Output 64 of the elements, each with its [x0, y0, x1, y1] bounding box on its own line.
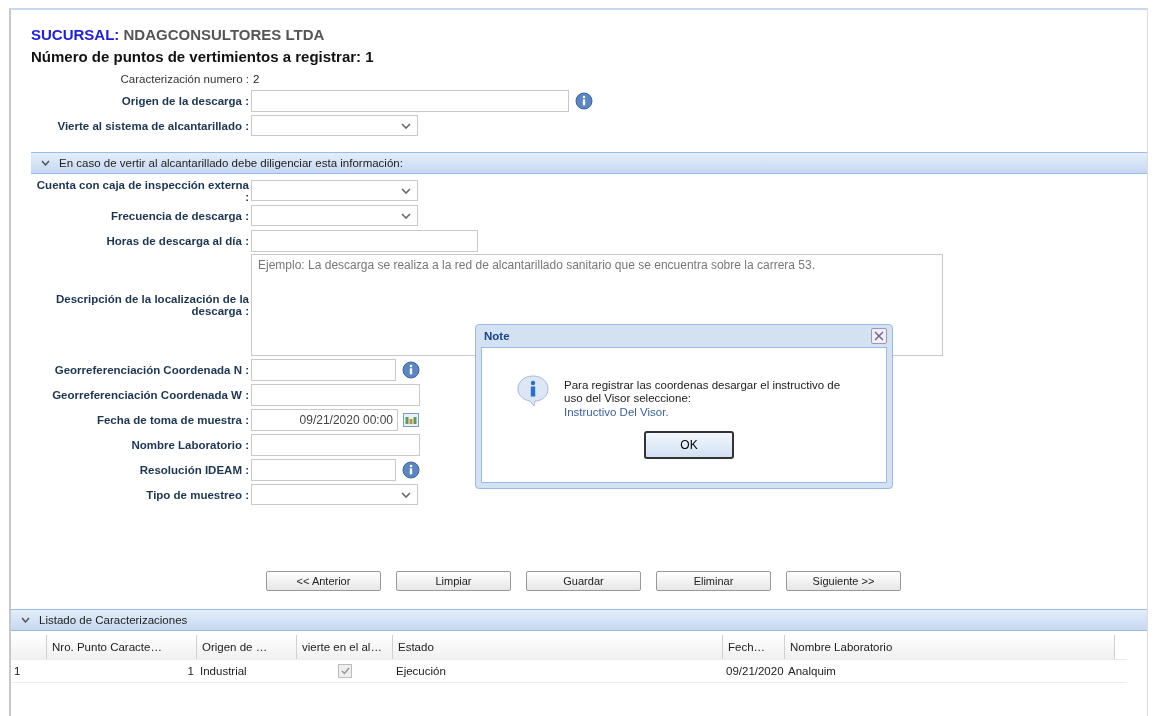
- action-button[interactable]: << Anterior: [266, 571, 381, 591]
- field-label: Origen de la descarga :: [120, 94, 250, 107]
- dialog-message: Para registrar las coordenas desargar el instructivo de uso del Visor seleccione:: [564, 379, 842, 405]
- section-header[interactable]: Listado de Caracterizaciones: [11, 609, 1147, 631]
- caret-icon: [401, 187, 411, 194]
- table-cell-text: 09/21/2020: [725, 664, 785, 679]
- field-label: Cuenta con caja de inspección externa :: [35, 178, 250, 203]
- action-button[interactable]: Guardar: [526, 571, 641, 591]
- field-label: Resolución IDEAM :: [138, 463, 250, 476]
- column-header[interactable]: Estado: [393, 635, 723, 659]
- page-heading: Número de puntos de vertimientos a registrar: 1: [31, 48, 375, 67]
- field-label: Georreferenciación Coordenada N :: [53, 363, 250, 376]
- input-field[interactable]: [251, 358, 396, 381]
- caret-icon: [401, 122, 411, 129]
- field-label: Vierte al sistema de alcantarillado :: [56, 119, 250, 132]
- input-field[interactable]: [251, 383, 420, 406]
- field-label: Horas de descarga al día :: [105, 234, 250, 247]
- column-header[interactable]: Nro. Punto Caracte…: [47, 635, 197, 659]
- row-number: 1: [13, 664, 22, 679]
- caret-icon: [401, 212, 411, 219]
- info-icon[interactable]: [575, 91, 593, 110]
- ok-button[interactable]: OK: [644, 431, 734, 459]
- input-field[interactable]: [251, 458, 396, 481]
- select-field[interactable]: [251, 180, 418, 201]
- action-button[interactable]: Eliminar: [656, 571, 771, 591]
- select-field[interactable]: [251, 205, 418, 226]
- calendar-icon[interactable]: [403, 412, 419, 427]
- select-field[interactable]: [251, 484, 418, 505]
- select-field[interactable]: [251, 115, 418, 136]
- field-label: Descripción de la localización de la descarga :: [55, 293, 250, 317]
- field-label: Fecha de toma de muestra :: [95, 413, 250, 426]
- table-cell-text: Industrial: [199, 664, 248, 679]
- field-value: 2: [252, 73, 260, 85]
- column-header[interactable]: Fech…: [723, 635, 785, 659]
- column-header[interactable]: Origen de …: [197, 635, 297, 659]
- info-icon[interactable]: [402, 360, 420, 379]
- column-header[interactable]: vierte en el al…: [297, 635, 393, 659]
- field-label: Caracterización numero :: [119, 73, 250, 85]
- date-field[interactable]: 09/21/2020 00:00: [251, 408, 398, 431]
- checkbox[interactable]: [338, 664, 352, 678]
- info-icon[interactable]: [402, 460, 420, 479]
- column-header[interactable]: Nombre Laboratorio: [785, 635, 1115, 659]
- input-field[interactable]: [251, 229, 478, 252]
- header-cell: [11, 635, 47, 659]
- field-label: Georreferenciación Coordenada W :: [51, 388, 250, 401]
- field-label: Nombre Laboratorio :: [130, 438, 250, 451]
- field-label: Tipo de muestreo :: [145, 488, 250, 501]
- chevron-icon[interactable]: [41, 160, 50, 166]
- table-cell-text: Ejecución: [395, 664, 447, 679]
- caret-icon: [401, 491, 411, 498]
- info-bubble-icon: [516, 374, 550, 408]
- dialog-title: Note: [483, 330, 510, 342]
- table-cell-text: 1: [186, 664, 195, 679]
- action-button[interactable]: Limpiar: [396, 571, 511, 591]
- section-header[interactable]: En caso de vertir al alcantarillado debe diligenciar esta información:: [31, 152, 1147, 174]
- input-field[interactable]: [251, 433, 420, 456]
- input-field[interactable]: [251, 89, 569, 112]
- table-cell-text: Analquim: [787, 664, 837, 679]
- close-button[interactable]: [871, 328, 887, 344]
- action-button[interactable]: Siguiente >>: [786, 571, 901, 591]
- field-label: Frecuencia de descarga :: [109, 209, 250, 222]
- chevron-icon[interactable]: [21, 617, 30, 623]
- branch-title: SUCURSAL: NDAGCONSULTORES LTDA: [31, 26, 326, 45]
- instructions-link[interactable]: Instructivo Del Visor.: [564, 405, 856, 419]
